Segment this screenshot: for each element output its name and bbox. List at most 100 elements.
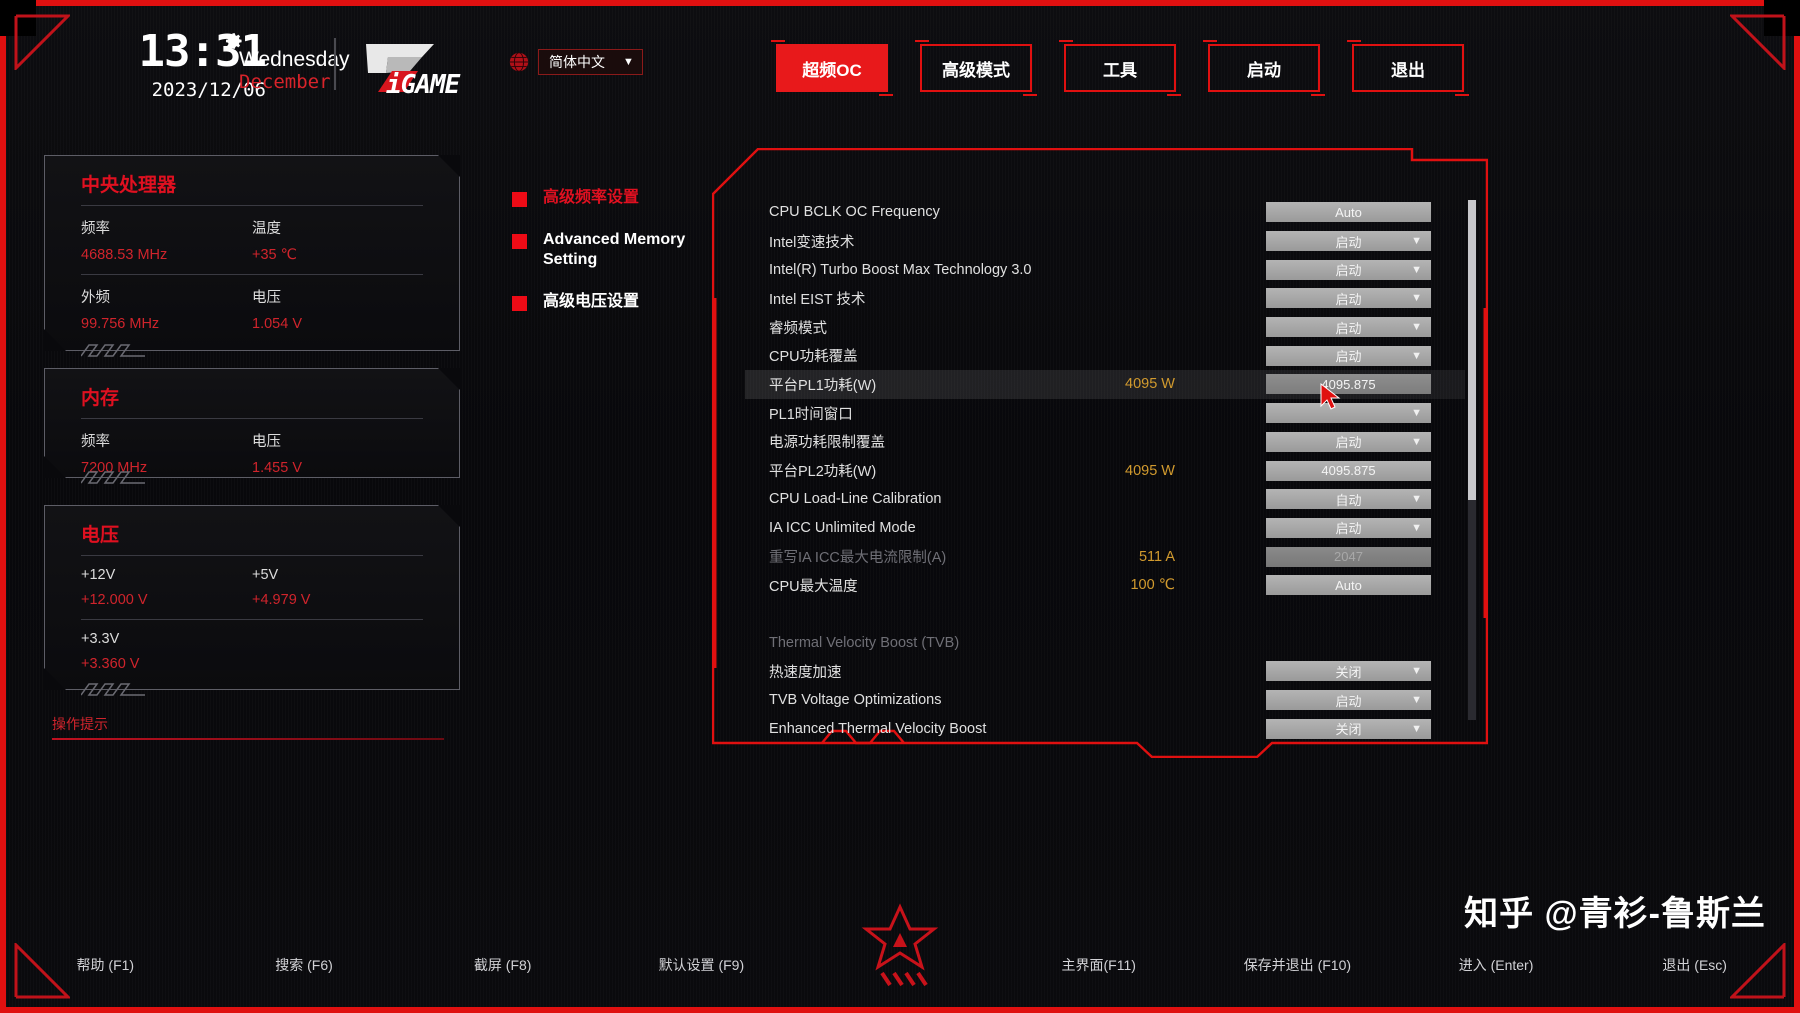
submenu-item-2[interactable]: 高级电压设置: [512, 292, 712, 312]
panel-cell: +3.3V +3.360 V: [81, 631, 252, 672]
chevron-down-icon: ▼: [1411, 493, 1422, 506]
setting-row[interactable]: IA ICC Unlimited Mode 启动 ▼: [745, 514, 1465, 543]
panel-cell-label: 频率: [81, 434, 110, 450]
setting-dropdown[interactable]: 关闭 ▼: [1266, 661, 1431, 682]
setting-row[interactable]: CPU最大温度 100 ℃ Auto: [745, 571, 1465, 600]
function-key-6[interactable]: 保存并退出 (F10): [1198, 955, 1397, 975]
watermark-text: 知乎 @青衫-鲁斯兰: [1464, 895, 1766, 933]
panel-cell-label: 外频: [81, 290, 110, 306]
frame-border-right: [1794, 0, 1800, 1013]
panel-row: 频率 4688.53 MHz 温度 +35 ℃: [45, 206, 459, 274]
setting-dropdown[interactable]: ▼: [1266, 403, 1431, 424]
setting-control-value: 启动: [1335, 291, 1362, 307]
setting-row[interactable]: CPU Load-Line Calibration 自动 ▼: [745, 485, 1465, 514]
bullet-square-icon: [512, 296, 527, 311]
setting-dropdown[interactable]: 关闭 ▼: [1266, 718, 1431, 739]
bullet-square-icon: [512, 192, 527, 207]
setting-control-value: 启动: [1335, 234, 1362, 250]
nav-button-0[interactable]: 超频OC: [776, 44, 893, 96]
settings-scrollbar-thumb[interactable]: [1468, 200, 1476, 500]
setting-row[interactable]: [745, 600, 1465, 629]
panel-row: 外频 99.756 MHz 电压 1.054 V: [45, 275, 459, 343]
info-panel-0: 中央处理器 频率 4688.53 MHz 温度 +35 ℃ 外频 99.756 MHz 电压 1…: [44, 155, 460, 357]
setting-row[interactable]: Intel(R) Turbo Boost Max Technology 3.0 启…: [745, 255, 1465, 284]
setting-label: Thermal Velocity Boost (TVB): [769, 634, 960, 651]
function-key-8[interactable]: 退出 (Esc): [1595, 955, 1794, 975]
setting-row[interactable]: TVB Voltage Optimizations 启动 ▼: [745, 686, 1465, 715]
header-divider: [334, 38, 336, 90]
function-key-5[interactable]: 主界面(F11): [999, 955, 1198, 975]
setting-value-field[interactable]: 4095.875: [1266, 460, 1431, 481]
setting-value-field[interactable]: 2047: [1266, 546, 1431, 567]
setting-dropdown[interactable]: 启动 ▼: [1266, 345, 1431, 366]
setting-label: CPU BCLK OC Frequency: [769, 204, 940, 221]
setting-dropdown[interactable]: 启动 ▼: [1266, 317, 1431, 338]
setting-row[interactable]: 电源功耗限制覆盖 启动 ▼: [745, 428, 1465, 457]
setting-value-field[interactable]: Auto: [1266, 202, 1431, 223]
panel-cell-value: +12.000 V: [81, 592, 148, 608]
setting-readout: 100 ℃: [1130, 577, 1175, 594]
setting-value-field[interactable]: 4095.875: [1266, 374, 1431, 395]
setting-dropdown[interactable]: 启动 ▼: [1266, 288, 1431, 309]
submenu-item-1[interactable]: Advanced Memory Setting: [512, 230, 712, 270]
panel-zigzag-decoration: [80, 343, 153, 357]
panel-row: +3.3V +3.360 V: [45, 620, 459, 683]
setting-row[interactable]: CPU BCLK OC Frequency Auto: [745, 198, 1465, 227]
brand-wordmark: iGAME: [386, 70, 460, 100]
panel-cell: +5V +4.979 V: [252, 567, 423, 608]
setting-label: IA ICC Unlimited Mode: [769, 519, 916, 536]
setting-dropdown[interactable]: 启动 ▼: [1266, 431, 1431, 452]
panel-cell-value: 4688.53 MHz: [81, 247, 168, 263]
setting-control-value: 自动: [1335, 492, 1362, 508]
function-key-3[interactable]: 默认设置 (F9): [602, 955, 801, 975]
setting-row[interactable]: Intel EIST 技术 启动 ▼: [745, 284, 1465, 313]
function-key-7[interactable]: 进入 (Enter): [1397, 955, 1596, 975]
operation-tip-label: 操作提示: [52, 716, 108, 732]
nav-button-4[interactable]: 退出: [1352, 44, 1469, 96]
setting-row[interactable]: 热速度加速 关闭 ▼: [745, 657, 1465, 686]
setting-dropdown[interactable]: 启动 ▼: [1266, 231, 1431, 252]
setting-control-value: 启动: [1335, 521, 1362, 537]
setting-row[interactable]: Thermal Velocity Boost (TVB): [745, 628, 1465, 657]
function-key-2[interactable]: 截屏 (F8): [403, 955, 602, 975]
setting-value-field[interactable]: Auto: [1266, 575, 1431, 596]
panel-corner-cut-bl: [44, 456, 66, 478]
panel-corner-cut-bl: [44, 668, 66, 690]
setting-dropdown[interactable]: 启动 ▼: [1266, 690, 1431, 711]
function-key-1[interactable]: 搜索 (F6): [205, 955, 404, 975]
function-key-0[interactable]: 帮助 (F1): [6, 955, 205, 975]
setting-row[interactable]: Intel变速技术 启动 ▼: [745, 227, 1465, 256]
setting-dropdown[interactable]: 启动 ▼: [1266, 517, 1431, 538]
globe-icon: [508, 51, 530, 73]
language-value: 简体中文: [549, 54, 605, 70]
setting-row[interactable]: 睿频模式 启动 ▼: [745, 313, 1465, 342]
panel-cell-label: 温度: [252, 221, 281, 237]
setting-dropdown[interactable]: 启动 ▼: [1266, 259, 1431, 280]
submenu-item-0[interactable]: 高级频率设置: [512, 188, 712, 208]
chevron-down-icon: ▼: [1411, 235, 1422, 248]
setting-readout: 511 A: [1138, 548, 1175, 565]
submenu-item-label: Advanced Memory Setting: [543, 231, 686, 268]
setting-dropdown[interactable]: 自动 ▼: [1266, 489, 1431, 510]
panel-cell: 外频 99.756 MHz: [81, 286, 252, 332]
setting-label: CPU最大温度: [769, 578, 858, 595]
setting-control-value: 关闭: [1335, 722, 1362, 738]
chevron-down-icon: ▼: [623, 56, 634, 68]
setting-control-value: 启动: [1335, 263, 1362, 279]
setting-row[interactable]: CPU功耗覆盖 启动 ▼: [745, 341, 1465, 370]
panel-cell: +12V +12.000 V: [81, 567, 252, 608]
setting-row[interactable]: Enhanced Thermal Velocity Boost 关闭 ▼: [745, 714, 1465, 743]
weekday-label: Wednesday: [239, 48, 350, 71]
info-panel-1: 内存 频率 7200 MHz 电压 1.455 V: [44, 368, 460, 484]
language-selector-group[interactable]: 简体中文 ▼: [508, 49, 643, 75]
nav-button-1[interactable]: 高级模式: [920, 44, 1037, 96]
nav-button-2[interactable]: 工具: [1064, 44, 1181, 96]
nav-button-3[interactable]: 启动: [1208, 44, 1325, 96]
chevron-down-icon: ▼: [1411, 407, 1422, 420]
setting-row[interactable]: 平台PL2功耗(W) 4095 W 4095.875: [745, 456, 1465, 485]
setting-row[interactable]: 平台PL1功耗(W) 4095 W 4095.875: [745, 370, 1465, 399]
language-dropdown[interactable]: 简体中文 ▼: [538, 49, 643, 75]
setting-row[interactable]: 重写IA ICC最大电流限制(A) 511 A 2047: [745, 542, 1465, 571]
setting-row[interactable]: PL1时间窗口 ▼: [745, 399, 1465, 428]
setting-label: TVB Voltage Optimizations: [769, 692, 942, 709]
